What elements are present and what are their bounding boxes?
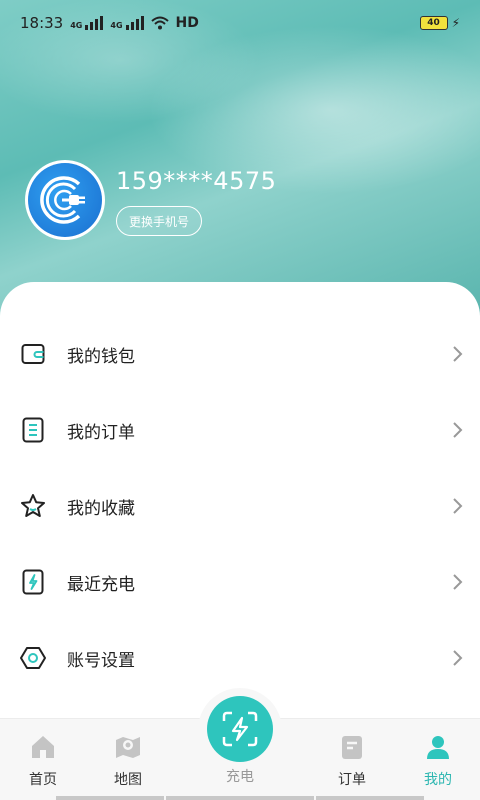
battery-icon: 40 [419,16,448,30]
wifi-icon [150,16,169,30]
avatar[interactable] [25,160,105,240]
signal-icon: 4G [70,16,104,30]
menu-item-wallet[interactable]: 我的钱包 [0,316,480,392]
chevron-right-icon [453,574,463,590]
signal-icon-2: 4G [110,16,144,30]
status-bar: 18:33 4G 4G HD 40 ⚡ [0,0,480,46]
gesture-bar [56,796,164,800]
menu-item-favorites[interactable]: 我的收藏 [0,468,480,544]
order-list-icon [20,417,46,443]
change-phone-button[interactable]: 更换手机号 [116,206,202,236]
status-time: 18:33 [20,14,64,32]
signal-label-2: 4G [110,21,123,30]
gesture-bar [316,796,424,800]
tab-label: 订单 [338,772,366,788]
charging-plug-icon [40,176,85,224]
gesture-bar [166,796,314,800]
menu-item-label: 我的订单 [67,422,135,443]
tab-mine[interactable]: 我的 [398,719,478,800]
menu-item-label: 我的钱包 [67,346,135,367]
tab-label: 我的 [424,772,452,788]
tab-label: 地图 [114,772,142,788]
map-icon [116,737,140,758]
phone-number: 159****4575 [116,167,277,195]
tab-label: 首页 [29,772,57,788]
chevron-right-icon [453,650,463,666]
menu-item-label: 我的收藏 [67,498,135,519]
chevron-right-icon [453,422,463,438]
settings-hex-icon [20,645,46,671]
signal-label: 4G [70,21,83,30]
chevron-right-icon [453,346,463,362]
chevron-right-icon [453,498,463,514]
charging-bolt-icon [20,569,46,595]
battery-level: 40 [427,18,440,28]
home-icon [32,736,54,758]
wallet-icon [20,341,46,367]
charge-scan-button[interactable] [207,696,273,762]
menu-item-label: 账号设置 [67,650,135,671]
charging-icon: ⚡ [451,16,460,30]
star-icon [20,493,46,519]
menu-item-label: 最近充电 [67,574,135,595]
scan-charge-icon [222,711,258,747]
menu-item-account-settings[interactable]: 账号设置 [0,620,480,696]
tab-map[interactable]: 地图 [88,719,168,800]
order-icon [342,736,362,759]
menu-item-orders[interactable]: 我的订单 [0,392,480,468]
user-icon [427,736,449,759]
tab-label-charge: 充电 [226,769,254,785]
tab-orders[interactable]: 订单 [312,719,392,800]
menu-item-recent-charging[interactable]: 最近充电 [0,544,480,620]
network-type: HD [175,15,199,31]
tab-home[interactable]: 首页 [3,719,83,800]
menu-card: 我的钱包 我的订单 我的收藏 最近充电 账号设置 [0,282,480,722]
